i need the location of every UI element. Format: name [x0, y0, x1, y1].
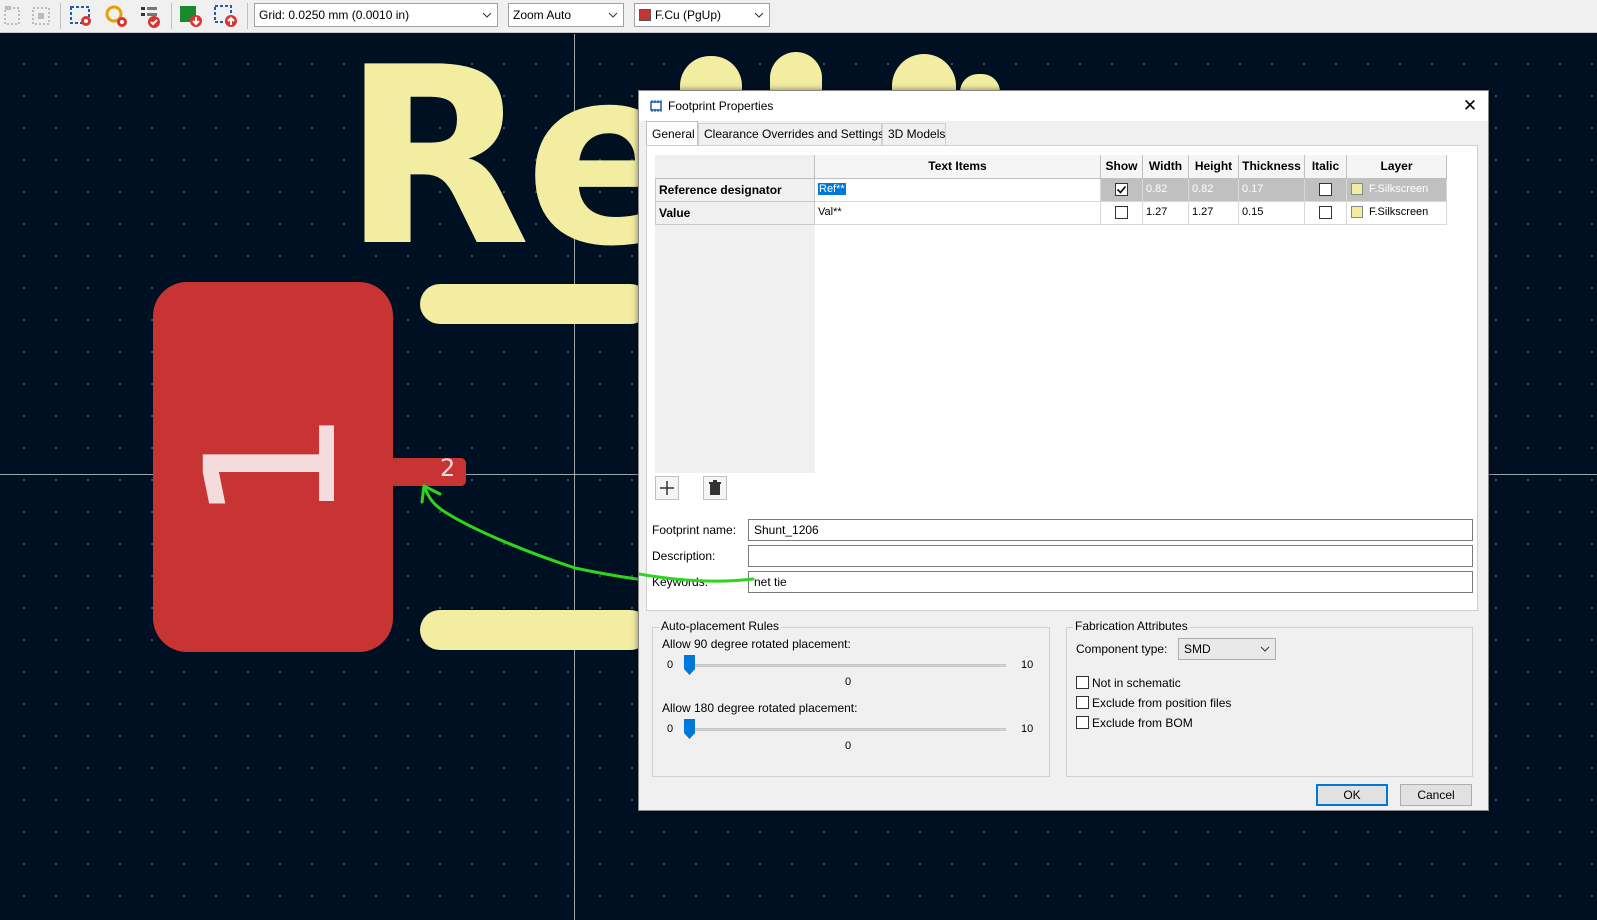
main-toolbar: Grid: 0.0250 mm (0.0010 in) Zoom Auto F.…: [0, 0, 1597, 33]
rot90-min: 0: [667, 659, 674, 671]
toolbar-separator: [60, 3, 61, 29]
col-header-width[interactable]: Width: [1143, 155, 1189, 179]
annotation-arrow-tail: [639, 572, 755, 583]
toolbar-separator: [247, 3, 248, 29]
reference-thickness-cell[interactable]: 0.17: [1239, 179, 1305, 202]
value-height-cell[interactable]: 1.27: [1189, 202, 1239, 225]
group-select-icon[interactable]: [28, 3, 54, 29]
value-layer-value: F.Silkscreen: [1369, 206, 1429, 218]
dialog-title: Footprint Properties: [668, 99, 774, 113]
tab-general[interactable]: General: [646, 121, 698, 145]
tab-3d-models[interactable]: 3D Models: [882, 123, 946, 145]
add-text-button[interactable]: [655, 476, 679, 500]
reference-width-cell[interactable]: 0.82: [1143, 179, 1189, 202]
auto-placement-group: Auto-placement Rules Allow 90 degree rot…: [652, 619, 1050, 777]
close-icon: ✕: [1462, 96, 1478, 115]
grid-corner: [655, 155, 815, 179]
rot180-min: 0: [667, 723, 674, 735]
description-field[interactable]: [748, 545, 1473, 567]
ok-button[interactable]: OK: [1316, 784, 1388, 806]
select-tool-icon[interactable]: [2, 3, 28, 29]
rot180-value: 0: [845, 740, 852, 752]
rot90-label: Allow 90 degree rotated placement:: [662, 637, 851, 651]
reference-show-checkbox[interactable]: [1115, 183, 1128, 196]
col-header-italic[interactable]: Italic: [1305, 155, 1347, 179]
component-type-value: SMD: [1184, 642, 1211, 656]
drc-check-icon[interactable]: [138, 3, 164, 29]
check-icon: [1116, 185, 1127, 194]
table-row[interactable]: Ref**: [815, 179, 1101, 202]
footprint-app-icon: [650, 100, 662, 112]
load-from-board-icon[interactable]: [178, 3, 204, 29]
footprint-name-field[interactable]: Shunt_1206: [748, 519, 1473, 541]
col-header-thickness[interactable]: Thickness: [1239, 155, 1305, 179]
component-type-select[interactable]: SMD: [1178, 638, 1276, 660]
auto-placement-title: Auto-placement Rules: [659, 619, 782, 633]
col-header-height[interactable]: Height: [1189, 155, 1239, 179]
reference-italic-checkbox[interactable]: [1319, 183, 1332, 196]
reference-height-cell[interactable]: 0.82: [1189, 179, 1239, 202]
cancel-button[interactable]: Cancel: [1400, 784, 1472, 806]
col-header-text-items[interactable]: Text Items: [815, 155, 1101, 179]
checkbox-box[interactable]: [1076, 716, 1089, 729]
component-type-label: Component type:: [1076, 642, 1168, 656]
reference-layer-cell[interactable]: F.Silkscreen: [1347, 179, 1447, 202]
value-thickness-cell[interactable]: 0.15: [1239, 202, 1305, 225]
reference-italic-cell[interactable]: [1305, 179, 1347, 202]
delete-text-button[interactable]: [703, 476, 727, 500]
value-width-cell[interactable]: 1.27: [1143, 202, 1189, 225]
not-in-schematic-label: Not in schematic: [1092, 676, 1181, 690]
tab-clearance-overrides[interactable]: Clearance Overrides and Settings: [698, 123, 884, 145]
dialog-titlebar: Footprint Properties ✕: [639, 91, 1488, 121]
exclude-bom-label: Exclude from BOM: [1092, 716, 1193, 730]
insert-into-board-icon[interactable]: [213, 3, 239, 29]
layer-color-swatch: [1351, 183, 1363, 195]
row-label-value[interactable]: Value: [655, 202, 815, 225]
footprint-settings-icon[interactable]: [68, 3, 94, 29]
col-header-show[interactable]: Show: [1101, 155, 1143, 179]
rot180-slider-thumb[interactable]: [684, 719, 695, 739]
value-italic-cell[interactable]: [1305, 202, 1347, 225]
rot90-slider[interactable]: [686, 664, 1006, 667]
value-layer-cell[interactable]: F.Silkscreen: [1347, 202, 1447, 225]
exclude-position-files-label: Exclude from position files: [1092, 696, 1232, 710]
plus-icon: [660, 481, 674, 495]
trash-icon: [709, 480, 721, 495]
rot90-max: 10: [1021, 659, 1034, 671]
col-header-layer[interactable]: Layer: [1347, 155, 1447, 179]
reference-text-cell[interactable]: Ref**: [818, 183, 846, 195]
exclude-bom-checkbox[interactable]: Exclude from BOM: [1076, 716, 1193, 730]
rot180-label: Allow 180 degree rotated placement:: [662, 701, 858, 715]
reference-show-cell[interactable]: [1101, 179, 1143, 202]
value-show-checkbox[interactable]: [1115, 206, 1128, 219]
checkbox-box[interactable]: [1076, 676, 1089, 689]
text-items-grid[interactable]: Text Items Show Width Height Thickness I…: [655, 155, 1455, 473]
checkbox-box[interactable]: [1076, 696, 1089, 709]
value-italic-checkbox[interactable]: [1319, 206, 1332, 219]
keywords-field[interactable]: net tie: [748, 571, 1473, 593]
chevron-down-icon: [754, 12, 764, 18]
close-button[interactable]: ✕: [1460, 96, 1480, 116]
row-label-reference[interactable]: Reference designator: [655, 179, 815, 202]
search-footprint-icon[interactable]: [103, 3, 129, 29]
rot180-max: 10: [1021, 723, 1034, 735]
fabrication-title: Fabrication Attributes: [1073, 619, 1190, 633]
fabrication-attributes-group: Fabrication Attributes Component type: S…: [1066, 619, 1473, 777]
layer-color-swatch: [1351, 206, 1363, 218]
toolbar-separator: [171, 3, 172, 29]
chevron-down-icon: [1260, 646, 1270, 652]
value-text-cell[interactable]: Val**: [815, 202, 1101, 225]
rot90-slider-thumb[interactable]: [684, 655, 695, 675]
rot90-value: 0: [845, 676, 852, 688]
not-in-schematic-checkbox[interactable]: Not in schematic: [1076, 676, 1181, 690]
reference-layer-value: F.Silkscreen: [1369, 183, 1429, 195]
footprint-properties-dialog: Footprint Properties ✕ General Clearance…: [638, 90, 1489, 811]
footprint-name-label: Footprint name:: [652, 523, 737, 537]
exclude-position-files-checkbox[interactable]: Exclude from position files: [1076, 696, 1231, 710]
rot180-slider[interactable]: [686, 728, 1006, 731]
value-show-cell[interactable]: [1101, 202, 1143, 225]
